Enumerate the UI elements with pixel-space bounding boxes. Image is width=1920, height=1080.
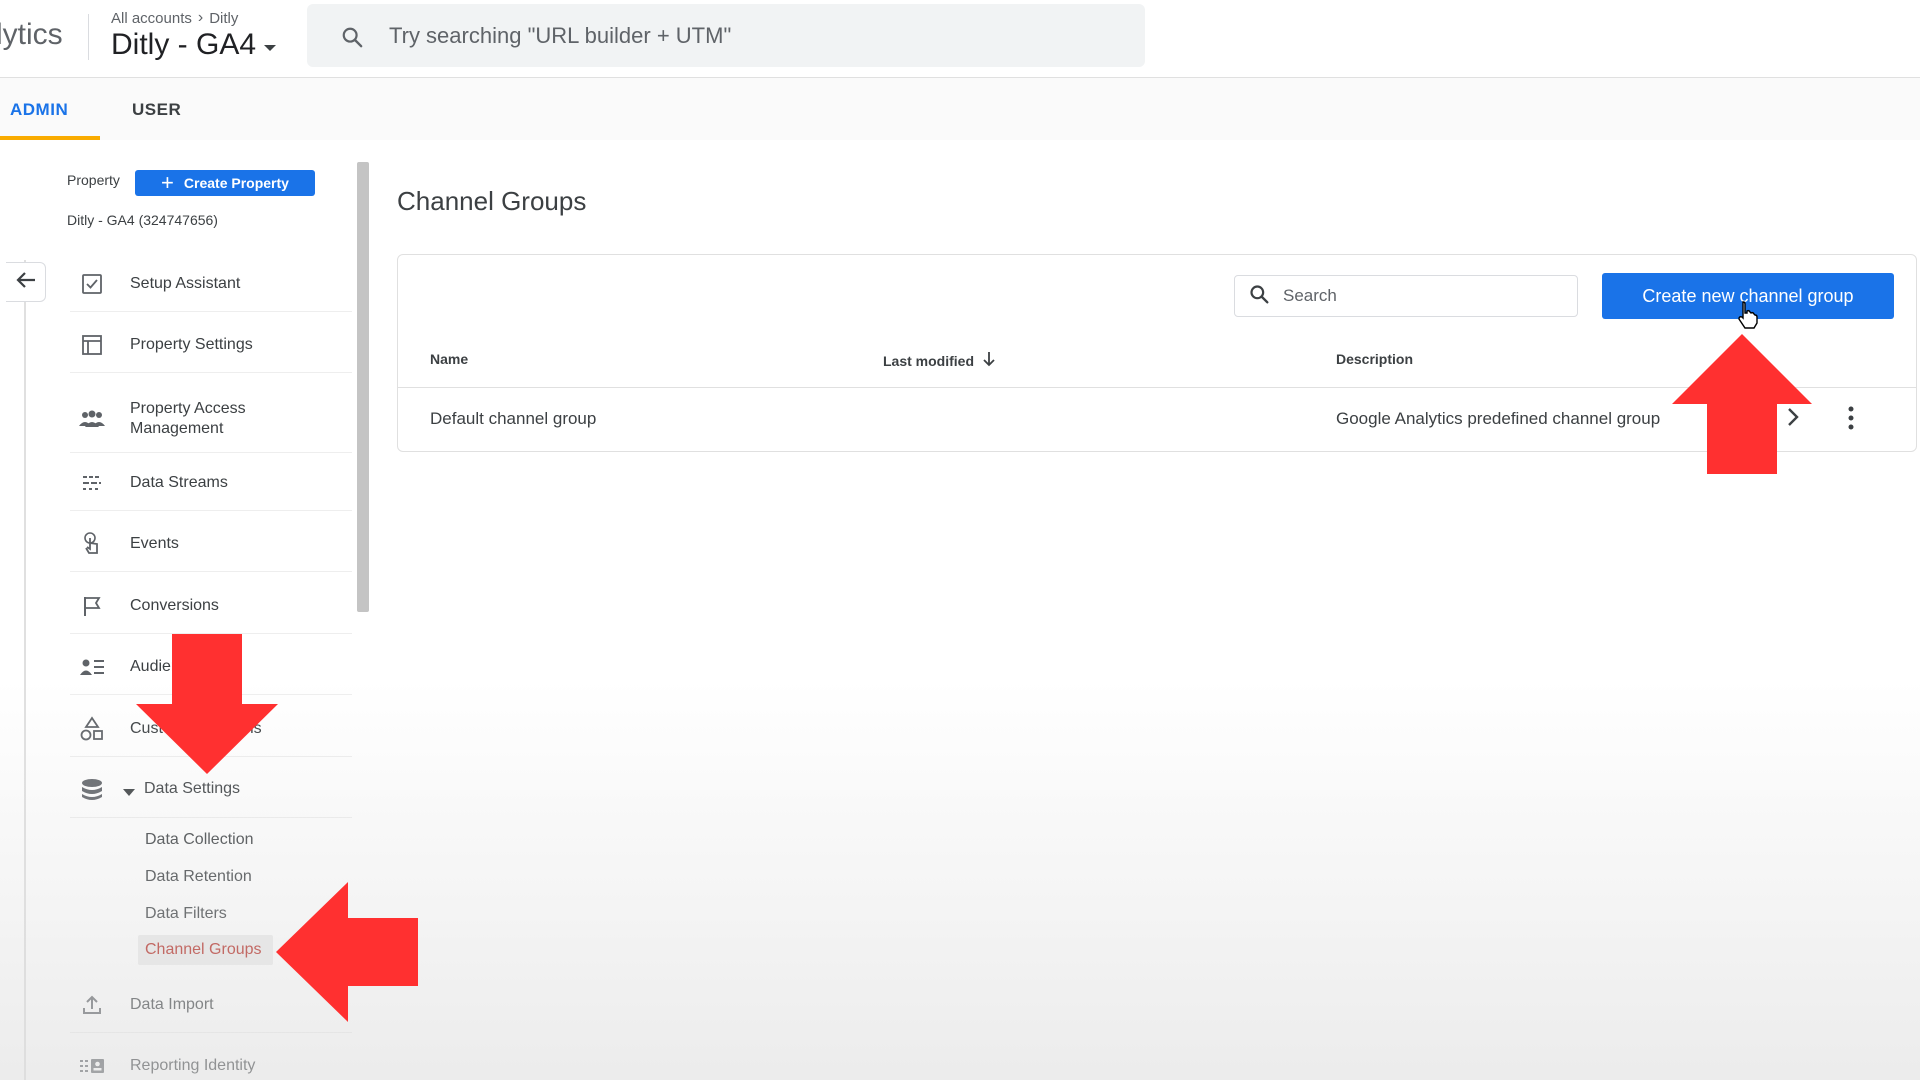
settings-window-icon: [78, 331, 106, 359]
header-divider: [88, 14, 89, 60]
caret-down-icon: [123, 789, 135, 796]
nav-label: Data Import: [130, 995, 214, 1013]
nav-item-events[interactable]: Events: [70, 516, 352, 572]
nav-label: Setup Assistant: [130, 274, 241, 292]
global-search[interactable]: [307, 4, 1145, 67]
nav-label: Property Access Management: [130, 399, 246, 437]
create-property-label: Create Property: [183, 175, 289, 191]
column-header-last-modified[interactable]: Last modified: [883, 351, 996, 370]
account-picker[interactable]: Ditly - GA4: [111, 28, 277, 62]
chevron-right-icon: ›: [197, 9, 204, 26]
page-title: Channel Groups: [397, 186, 587, 216]
table-search-input[interactable]: [1283, 286, 1553, 306]
data-streams-icon: [78, 469, 106, 497]
nav-sub-item-channel-groups[interactable]: Channel Groups: [145, 941, 262, 959]
arrow-down-icon: [982, 351, 996, 370]
nav-label: Property Settings: [130, 335, 253, 353]
annotation-arrow-down: [136, 634, 278, 774]
nav-label: Events: [130, 534, 179, 552]
more-vert-icon[interactable]: [1845, 405, 1857, 436]
data-settings-label: Data Settings: [144, 780, 241, 797]
breadcrumb-account[interactable]: Ditly: [209, 10, 238, 27]
nav-item-property-access-management[interactable]: Property Access Management: [70, 385, 352, 453]
reporting-identity-icon: [78, 1052, 106, 1080]
column-header-label: Last modified: [883, 352, 975, 369]
row-description: Google Analytics predefined channel grou…: [1336, 409, 1661, 428]
audience-icon: [78, 653, 106, 681]
tab-user[interactable]: USER: [132, 100, 181, 120]
property-id: Ditly - GA4 (324747656): [67, 212, 218, 228]
touch-icon: [78, 530, 106, 558]
row-name[interactable]: Default channel group: [430, 409, 596, 429]
table-search[interactable]: [1234, 275, 1578, 317]
search-icon: [341, 26, 363, 53]
flag-icon: [78, 592, 106, 620]
nav-item-setup-assistant[interactable]: Setup Assistant: [70, 256, 352, 312]
global-search-input[interactable]: [389, 18, 1089, 54]
annotation-arrow-left: [276, 882, 418, 1022]
breadcrumb[interactable]: All accounts › Ditly: [111, 9, 238, 27]
plus-icon: +: [161, 170, 174, 195]
people-icon: [78, 405, 106, 433]
breadcrumb-all-accounts[interactable]: All accounts: [111, 10, 192, 27]
nav-rail-line: [24, 260, 26, 1080]
create-property-button[interactable]: + Create Property: [135, 170, 315, 196]
nav-scrollbar[interactable]: [357, 162, 369, 612]
column-header-description[interactable]: Description: [1336, 351, 1413, 367]
database-icon: [78, 776, 106, 804]
nav-label: Reporting Identity: [130, 1056, 256, 1074]
column-header-name[interactable]: Name: [430, 351, 468, 367]
nav-label: Conversions: [130, 596, 219, 614]
upload-icon: [78, 991, 106, 1019]
nav-item-conversions[interactable]: Conversions: [70, 578, 352, 634]
property-label: Property: [67, 172, 120, 188]
shapes-icon: [78, 715, 106, 743]
caret-down-icon: [264, 45, 277, 51]
nav-item-reporting-identity[interactable]: Reporting Identity: [70, 1038, 352, 1080]
pointer-cursor-icon: [1738, 301, 1758, 329]
checkbox-icon: [78, 270, 106, 298]
tab-admin[interactable]: ADMIN: [10, 100, 68, 120]
nav-label: Data Streams: [130, 473, 228, 491]
account-name: Ditly - GA4: [111, 28, 257, 61]
nav-item-data-streams[interactable]: Data Streams: [70, 455, 352, 511]
nav-sub-item-data-retention[interactable]: Data Retention: [145, 868, 252, 886]
back-button[interactable]: [6, 262, 46, 302]
product-logo-text[interactable]: lytics: [0, 18, 63, 52]
top-header: lytics All accounts › Ditly Ditly - GA4: [0, 0, 1920, 78]
nav-sub-item-data-filters[interactable]: Data Filters: [145, 905, 227, 923]
nav-item-property-settings[interactable]: Property Settings: [70, 317, 352, 373]
admin-user-tabs: ADMIN USER: [0, 78, 1920, 140]
annotation-arrow-up: [1672, 334, 1812, 474]
nav-sub-item-data-collection[interactable]: Data Collection: [145, 831, 254, 849]
search-icon: [1249, 284, 1269, 309]
active-tab-indicator: [0, 136, 100, 140]
arrow-left-icon: [14, 268, 38, 297]
